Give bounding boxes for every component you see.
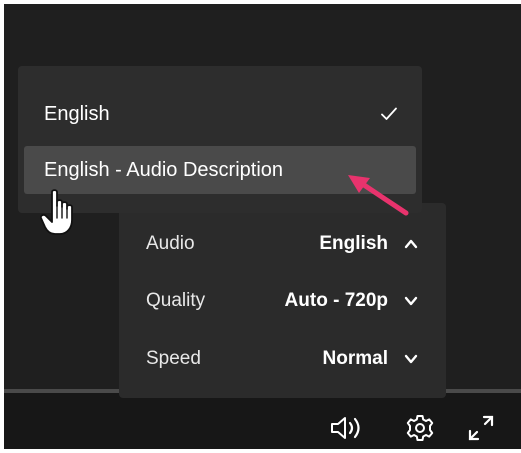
audio-option-label: English <box>44 103 110 125</box>
checkmark-icon <box>380 105 398 123</box>
settings-button[interactable] <box>400 411 440 445</box>
audio-option-english[interactable]: English <box>24 90 416 138</box>
settings-row-speed[interactable]: Speed Normal <box>119 338 446 382</box>
chevron-down-icon <box>403 293 419 309</box>
settings-row-value: Normal <box>322 348 388 369</box>
settings-row-label: Quality <box>146 290 206 311</box>
settings-gear-icon <box>405 413 435 443</box>
control-bar <box>4 393 521 449</box>
hand-pointer-cursor-icon <box>40 189 73 235</box>
annotation-arrow-icon <box>348 175 409 216</box>
fullscreen-icon <box>466 413 496 443</box>
video-player: Audio English Quality Auto - 720p Speed … <box>4 4 521 449</box>
audio-option-label: English - Audio Description <box>44 159 284 181</box>
settings-row-label: Speed <box>146 348 201 369</box>
chevron-down-icon <box>403 351 419 367</box>
settings-row-label: Audio <box>146 233 195 254</box>
settings-row-value: Auto - 720p <box>284 290 388 311</box>
volume-button[interactable] <box>327 411 367 445</box>
fullscreen-button[interactable] <box>461 411 501 445</box>
settings-row-quality[interactable]: Quality Auto - 720p <box>119 280 446 324</box>
volume-icon <box>329 414 365 442</box>
